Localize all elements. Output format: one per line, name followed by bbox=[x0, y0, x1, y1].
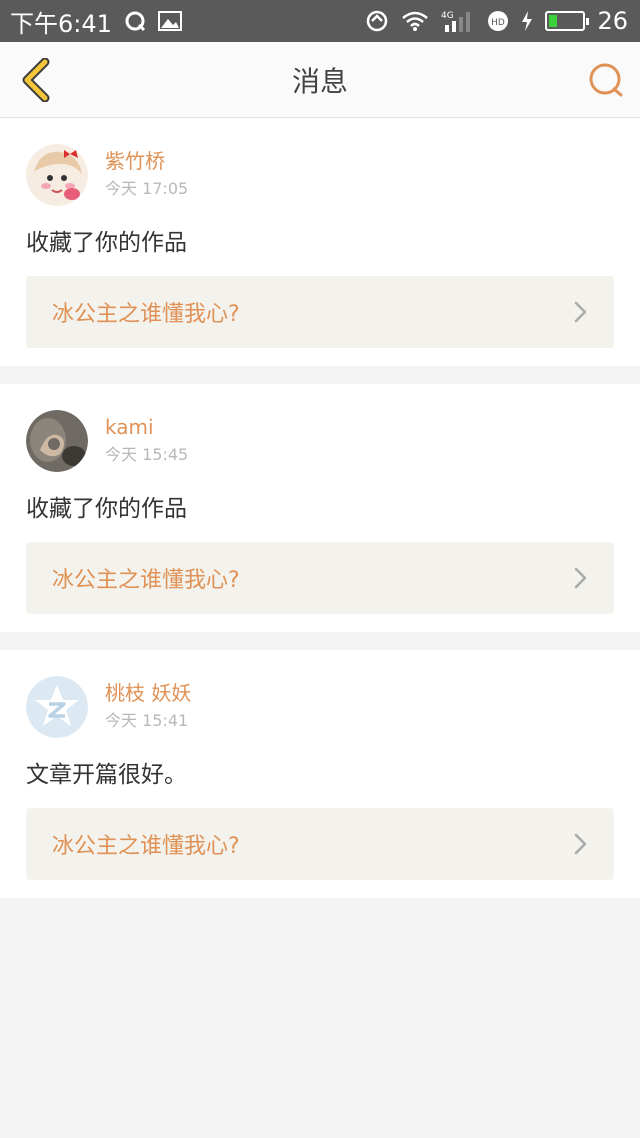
hd-icon: HD bbox=[487, 10, 509, 32]
battery-level: 26 bbox=[597, 7, 628, 35]
work-link[interactable]: 冰公主之谁懂我心? bbox=[26, 542, 614, 614]
nav-bar: 消息 bbox=[0, 42, 640, 118]
signal-icon: 4G bbox=[441, 9, 475, 33]
chevron-right-icon bbox=[574, 301, 587, 323]
work-link[interactable]: 冰公主之谁懂我心? bbox=[26, 808, 614, 880]
work-title: 冰公主之谁懂我心? bbox=[52, 834, 240, 859]
speech-bubble-icon bbox=[589, 63, 623, 96]
q-notification-icon bbox=[124, 10, 146, 32]
image-notification-icon bbox=[157, 11, 182, 31]
avatar[interactable] bbox=[26, 144, 88, 206]
message-item: kami 今天 15:45 收藏了你的作品 冰公主之谁懂我心? bbox=[0, 384, 640, 632]
charging-icon bbox=[521, 11, 533, 31]
chevron-right-icon bbox=[574, 567, 587, 589]
wifi-icon bbox=[401, 10, 429, 32]
message-list: 紫竹桥 今天 17:05 收藏了你的作品 冰公主之谁懂我心? kami 今天 1… bbox=[0, 118, 640, 898]
svg-text:HD: HD bbox=[492, 18, 506, 28]
avatar[interactable] bbox=[26, 410, 88, 472]
username[interactable]: kami bbox=[105, 414, 188, 440]
work-title: 冰公主之谁懂我心? bbox=[52, 568, 240, 593]
status-bar: 下午6:41 4G HD 26 bbox=[0, 0, 640, 42]
message-item: 桃枝 妖妖 今天 15:41 文章开篇很好。 冰公主之谁懂我心? bbox=[0, 650, 640, 898]
message-text: 文章开篇很好。 bbox=[26, 762, 187, 788]
message-item: 紫竹桥 今天 17:05 收藏了你的作品 冰公主之谁懂我心? bbox=[0, 118, 640, 366]
message-text: 收藏了你的作品 bbox=[26, 230, 187, 256]
sync-icon bbox=[365, 9, 389, 33]
chevron-right-icon bbox=[574, 833, 587, 855]
work-link[interactable]: 冰公主之谁懂我心? bbox=[26, 276, 614, 348]
back-button[interactable] bbox=[16, 57, 56, 102]
timestamp: 今天 15:45 bbox=[105, 445, 189, 464]
comment-button[interactable] bbox=[586, 58, 626, 102]
timestamp: 今天 15:41 bbox=[105, 711, 189, 730]
chevron-left-icon bbox=[22, 57, 50, 102]
avatar[interactable] bbox=[26, 676, 88, 738]
page-title: 消息 bbox=[291, 64, 348, 98]
work-title: 冰公主之谁懂我心? bbox=[52, 302, 240, 327]
status-time: 下午6:41 bbox=[10, 9, 112, 38]
battery-icon bbox=[545, 11, 590, 31]
username[interactable]: 桃枝 妖妖 bbox=[105, 680, 191, 706]
message-text: 收藏了你的作品 bbox=[26, 496, 187, 522]
network-type-label: 4G bbox=[441, 11, 454, 21]
username[interactable]: 紫竹桥 bbox=[105, 148, 188, 174]
timestamp: 今天 17:05 bbox=[105, 179, 189, 198]
